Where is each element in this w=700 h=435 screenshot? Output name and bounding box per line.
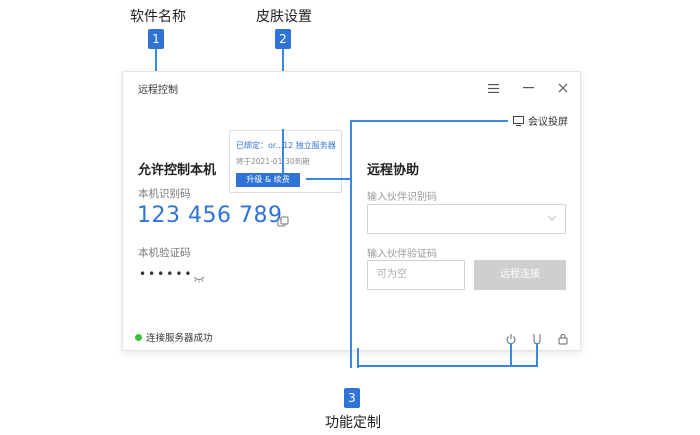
callout-badge-3: 3 <box>344 388 360 408</box>
connection-status: 连接服务器成功 <box>135 330 213 344</box>
allow-control-title: 允许控制本机 <box>138 163 217 178</box>
close-icon[interactable] <box>553 78 573 98</box>
copy-icon[interactable] <box>277 213 289 227</box>
callout-2-guide-connector <box>306 178 352 180</box>
partner-code-label: 输入伙伴验证码 <box>367 249 437 260</box>
remote-connect-button[interactable]: 远程连接 <box>474 260 566 290</box>
partner-code-input[interactable]: 可为空 <box>367 260 465 290</box>
local-id-label: 本机识别码 <box>138 188 191 200</box>
callout-3-guide-top <box>350 120 508 122</box>
callout-1-guide-line <box>155 49 157 71</box>
callout-badge-1: 1 <box>148 29 164 49</box>
meeting-projection-button[interactable]: 会议投屏 <box>513 113 568 128</box>
callout-3-guide-usb <box>536 343 538 367</box>
window-title: 远程控制 <box>138 85 178 96</box>
minimize-icon[interactable] <box>518 78 538 98</box>
partner-id-select[interactable] <box>367 204 566 234</box>
local-code-label: 本机验证码 <box>138 247 191 259</box>
callout-3-guide-power <box>510 343 512 367</box>
power-icon[interactable] <box>505 330 517 345</box>
expire-date-text: 将于2021-01-30到期 <box>236 157 310 166</box>
lock-icon[interactable] <box>557 330 569 345</box>
callout-label-software-name: 软件名称 <box>130 9 186 25</box>
callout-label-feature-customization: 功能定制 <box>325 415 381 431</box>
title-bar: 远程控制 <box>123 72 580 104</box>
local-code-value: •••••• <box>139 267 194 281</box>
chevron-down-icon <box>548 216 556 221</box>
local-id-value: 123 456 789 <box>137 203 283 228</box>
callout-2-guide-line-lower <box>282 129 284 179</box>
callout-badge-2: 2 <box>275 29 291 49</box>
screen-cast-icon <box>513 115 524 126</box>
bound-server-text: 已绑定：or...12 独立服务器 <box>236 141 336 150</box>
upgrade-renew-button[interactable]: 升级 & 续费 <box>236 173 300 187</box>
status-dot <box>135 333 142 341</box>
remote-assist-title: 远程协助 <box>367 163 420 178</box>
usb-icon[interactable] <box>531 330 543 345</box>
eye-closed-icon[interactable] <box>193 269 205 283</box>
callout-label-skin-settings: 皮肤设置 <box>256 9 312 25</box>
meeting-projection-label: 会议投屏 <box>528 117 568 128</box>
server-binding-card: 已绑定：or...12 独立服务器 将于2021-01-30到期 升级 & 续费 <box>229 130 342 193</box>
status-text: 连接服务器成功 <box>146 333 213 344</box>
callout-3-guide-vertical-left <box>350 120 352 368</box>
partner-id-label: 输入伙伴识别码 <box>367 192 437 203</box>
menu-icon[interactable] <box>483 78 503 98</box>
